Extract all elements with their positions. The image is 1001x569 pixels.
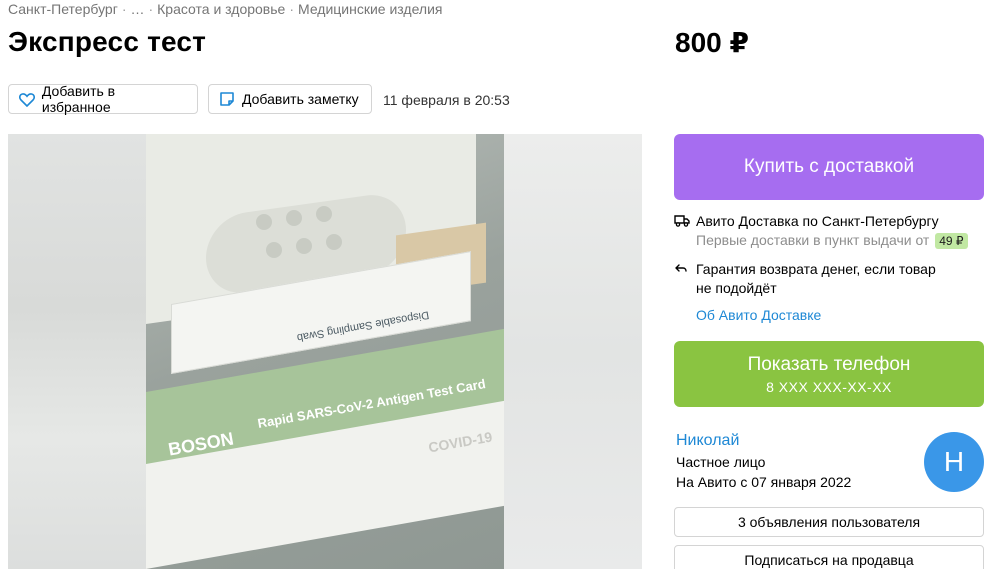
- subscribe-seller-button[interactable]: Подписаться на продавца: [674, 545, 984, 569]
- guarantee-line-2: не подойдёт: [696, 280, 777, 296]
- box-lid-hole: [296, 238, 312, 254]
- delivery-price-badge: 49 ₽: [935, 233, 968, 249]
- show-phone-button[interactable]: Показать телефон 8 XXX XXX-XX-XX: [674, 341, 984, 407]
- breadcrumb-city[interactable]: Санкт-Петербург: [8, 1, 118, 17]
- seller-name-link[interactable]: Николай: [676, 432, 739, 450]
- breadcrumb-category[interactable]: Красота и здоровье: [157, 1, 285, 17]
- breadcrumb-ellipsis[interactable]: …: [130, 1, 144, 17]
- guarantee-info: Гарантия возврата денег, если товар не п…: [674, 260, 936, 298]
- add-to-favorites-button[interactable]: Добавить в избранное: [8, 83, 198, 115]
- delivery-title: Авито Доставка по Санкт-Петербургу: [696, 213, 939, 229]
- delivery-info: Авито Доставка по Санкт-Петербургу Первы…: [674, 212, 968, 250]
- box-lid-hole: [326, 234, 342, 250]
- about-delivery-link[interactable]: Об Авито Доставке: [696, 307, 821, 323]
- listing-photo[interactable]: Disposable Sampling Swab Rapid SARS-CoV-…: [146, 134, 504, 569]
- show-phone-label: Показать телефон: [747, 353, 911, 375]
- masked-phone: 8 XXX XXX-XX-XX: [766, 378, 892, 395]
- return-icon: [674, 260, 696, 298]
- seller-type: Частное лицо: [676, 454, 766, 470]
- gallery-blur-left: [8, 134, 146, 569]
- guarantee-line-1: Гарантия возврата денег, если товар: [696, 261, 936, 277]
- delivery-note: Первые доставки в пункт выдачи от: [696, 232, 930, 248]
- heart-icon: [18, 90, 36, 108]
- box-lid-hole: [266, 242, 282, 258]
- seller-avatar[interactable]: Н: [924, 432, 984, 492]
- add-note-label: Добавить заметку: [242, 91, 359, 107]
- box-lid-hole: [316, 206, 332, 222]
- box-lid-hole: [256, 214, 272, 230]
- posted-date: 11 февраля в 20:53: [383, 92, 510, 108]
- buy-with-delivery-button[interactable]: Купить с доставкой: [674, 134, 984, 200]
- listing-price: 800 ₽: [675, 27, 749, 58]
- breadcrumb-subcategory[interactable]: Медицинские изделия: [298, 1, 442, 17]
- add-to-favorites-label: Добавить в избранное: [41, 83, 116, 115]
- seller-ads-button[interactable]: 3 объявления пользователя: [674, 507, 984, 537]
- add-note-button[interactable]: Добавить заметку: [208, 84, 372, 114]
- box-lid-hole: [286, 210, 302, 226]
- breadcrumb: Санкт-Петербург ·… · Красота и здоровье · Мед…: [8, 1, 443, 17]
- listing-title: Экспресс тест: [8, 26, 207, 57]
- truck-icon: [674, 212, 696, 250]
- seller-since: На Авито с 07 января 2022: [676, 474, 852, 490]
- listing-page: Санкт-Петербург ·… · Красота и здоровье · Мед…: [0, 0, 1001, 569]
- gallery-blur-right: [504, 134, 642, 569]
- note-icon: [218, 90, 236, 108]
- photo-gallery[interactable]: Disposable Sampling Swab Rapid SARS-CoV-…: [8, 134, 642, 569]
